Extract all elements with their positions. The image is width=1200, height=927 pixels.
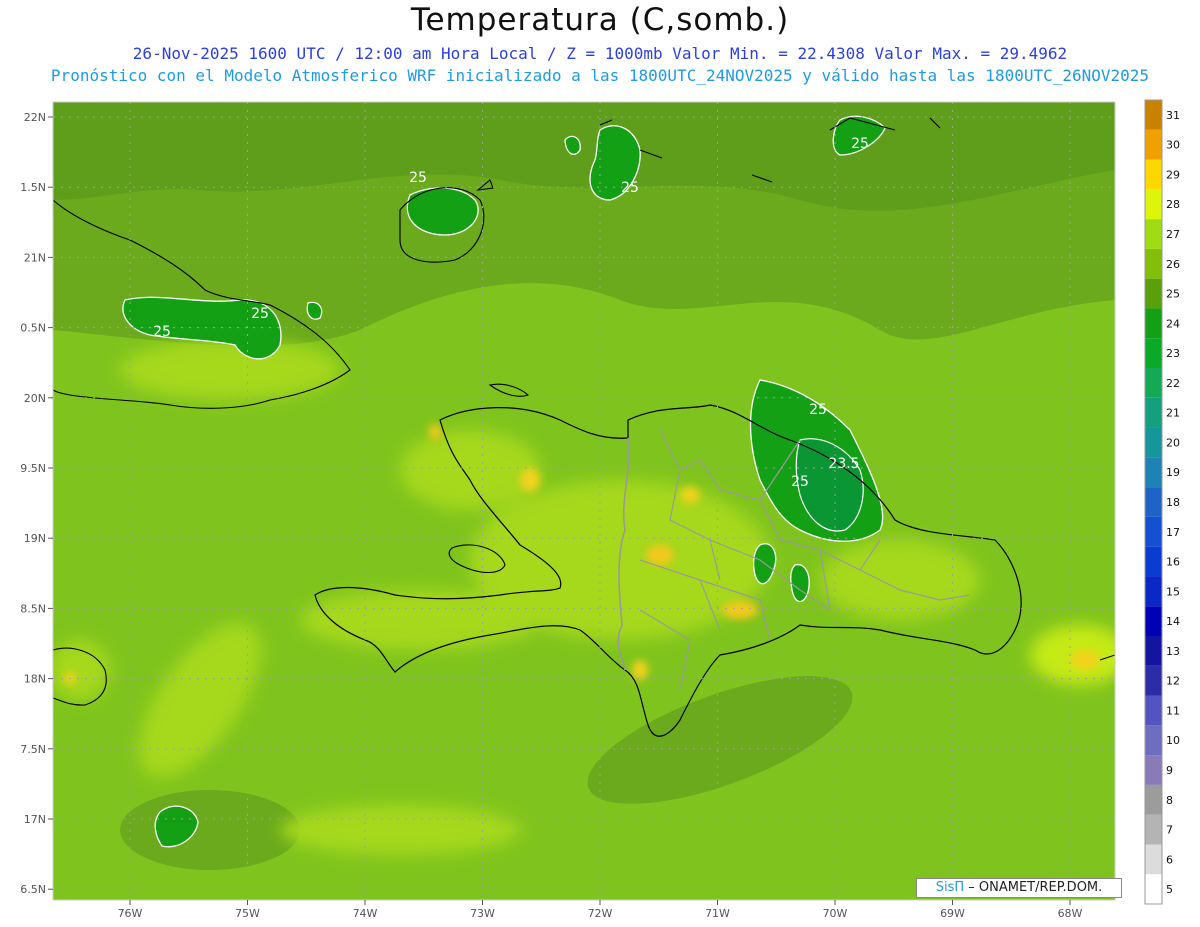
colorbar-swatch bbox=[1145, 665, 1162, 696]
colorbar-label: 20 bbox=[1166, 436, 1180, 449]
colorbar-swatch bbox=[1145, 606, 1162, 636]
colorbar-swatch bbox=[1145, 189, 1162, 220]
zone-26-northeast bbox=[850, 210, 1090, 290]
zone-26-southwest bbox=[120, 790, 300, 870]
colorbar-label: 14 bbox=[1166, 615, 1180, 628]
colorbar-swatch bbox=[1145, 427, 1162, 458]
lon-tick-label: 69W bbox=[940, 907, 965, 920]
temperature-field bbox=[53, 102, 1115, 900]
colorbar-label: 9 bbox=[1166, 764, 1173, 777]
colorbar-label: 11 bbox=[1166, 704, 1180, 717]
colorbar-label: 29 bbox=[1166, 168, 1180, 181]
lat-tick-label: 22N bbox=[24, 111, 46, 124]
colorbar-label: 17 bbox=[1166, 526, 1180, 539]
colorbar-swatch bbox=[1145, 844, 1162, 875]
lat-tick-label: 19N bbox=[24, 532, 46, 545]
colorbar-swatch bbox=[1145, 546, 1162, 577]
colorbar-swatch bbox=[1145, 338, 1162, 368]
lon-tick-label: 70W bbox=[823, 907, 848, 920]
colorbar-swatch bbox=[1145, 725, 1162, 756]
colorbar-label: 12 bbox=[1166, 675, 1180, 688]
colorbar-swatch bbox=[1145, 755, 1162, 785]
colorbar-swatch bbox=[1145, 368, 1162, 398]
colorbar: 5 6 7 8 9 10 11 12 13 14 15 16 17 18 19 20 21 22 23 24 25 26 2… bbox=[1144, 99, 1180, 905]
lat-tick-label: 9.5N bbox=[20, 462, 46, 475]
colorbar-swatch bbox=[1145, 784, 1162, 815]
colorbar-swatch bbox=[1145, 159, 1162, 190]
colorbar-label: 7 bbox=[1166, 824, 1173, 837]
lon-tick-label: 71W bbox=[705, 907, 730, 920]
lat-tick-label: 17N bbox=[24, 813, 46, 826]
lat-tick-label: 21N bbox=[24, 251, 46, 264]
colorbar-swatch bbox=[1145, 248, 1162, 279]
colorbar-label: 16 bbox=[1166, 556, 1180, 569]
colorbar-swatch bbox=[1145, 278, 1162, 309]
contour-label: 25 bbox=[809, 402, 827, 418]
contour-label: 23.5 bbox=[828, 456, 859, 472]
colorbar-swatch bbox=[1145, 487, 1162, 517]
colorbar-swatch bbox=[1145, 129, 1162, 160]
colorbar-label: 15 bbox=[1166, 585, 1180, 598]
colorbar-label: 28 bbox=[1166, 198, 1180, 211]
lon-tick-label: 75W bbox=[235, 907, 260, 920]
colorbar-label: 6 bbox=[1166, 853, 1173, 866]
colorbar-swatch bbox=[1145, 576, 1162, 607]
credit-brand: SisΠ bbox=[935, 880, 965, 895]
contour-label: 25 bbox=[621, 180, 639, 196]
colorbar-label: 10 bbox=[1166, 734, 1180, 747]
contour-label: 25 bbox=[153, 324, 171, 340]
colorbar-swatch bbox=[1145, 516, 1162, 547]
lat-tick-label: 20N bbox=[24, 392, 46, 405]
colorbar-label: 30 bbox=[1166, 139, 1180, 152]
lon-tick-label: 76W bbox=[118, 907, 143, 920]
colorbar-swatch bbox=[1145, 308, 1162, 339]
colorbar-label: 26 bbox=[1166, 258, 1180, 271]
colorbar-label: 13 bbox=[1166, 645, 1180, 658]
longitude-axis: 76W 75W 74W 73W 72W 71W 70W 69W 68W bbox=[118, 900, 1083, 920]
contour-label: 25 bbox=[409, 170, 427, 186]
colorbar-label: 27 bbox=[1166, 228, 1180, 241]
colorbar-swatch bbox=[1145, 219, 1162, 249]
lon-tick-label: 74W bbox=[353, 907, 378, 920]
colorbar-label: 18 bbox=[1166, 496, 1180, 509]
colorbar-swatch bbox=[1145, 874, 1162, 904]
contour-label: 25 bbox=[791, 474, 809, 490]
colorbar-label: 8 bbox=[1166, 794, 1173, 807]
temperature-map: 22N 1.5N 21N 0.5N 20N 9.5N 19N 8.5N 18N 7.5N 17N 6.… bbox=[20, 99, 1180, 920]
colorbar-swatch bbox=[1145, 397, 1162, 428]
colorbar-label: 21 bbox=[1166, 407, 1180, 420]
colorbar-swatch bbox=[1145, 457, 1162, 488]
lat-tick-label: 1.5N bbox=[20, 181, 46, 194]
lon-tick-label: 72W bbox=[588, 907, 613, 920]
lat-tick-label: 18N bbox=[24, 673, 46, 686]
colorbar-swatch bbox=[1145, 636, 1162, 666]
credit-box: SisΠ – ONAMET/REP.DOM. bbox=[916, 878, 1122, 898]
lat-tick-label: 6.5N bbox=[20, 883, 46, 896]
credit-text: – ONAMET/REP.DOM. bbox=[964, 880, 1103, 895]
lat-tick-label: 7.5N bbox=[20, 743, 46, 756]
colorbar-swatch bbox=[1145, 100, 1162, 130]
colorbar-swatch bbox=[1145, 695, 1162, 726]
lat-tick-label: 0.5N bbox=[20, 322, 46, 335]
colorbar-label: 31 bbox=[1166, 109, 1180, 122]
colorbar-swatch bbox=[1145, 814, 1162, 845]
contour-label: 25 bbox=[251, 306, 269, 322]
colorbar-label: 24 bbox=[1166, 317, 1180, 330]
colorbar-label: 23 bbox=[1166, 347, 1180, 360]
colorbar-label: 25 bbox=[1166, 288, 1180, 301]
colorbar-label: 19 bbox=[1166, 466, 1180, 479]
lon-tick-label: 73W bbox=[470, 907, 495, 920]
lat-tick-label: 8.5N bbox=[20, 602, 46, 615]
lon-tick-label: 68W bbox=[1058, 907, 1083, 920]
colorbar-label: 22 bbox=[1166, 377, 1180, 390]
contour-label: 25 bbox=[851, 136, 869, 152]
colorbar-label: 5 bbox=[1166, 883, 1173, 896]
latitude-axis: 22N 1.5N 21N 0.5N 20N 9.5N 19N 8.5N 18N 7.5N 17N 6.… bbox=[20, 111, 53, 896]
